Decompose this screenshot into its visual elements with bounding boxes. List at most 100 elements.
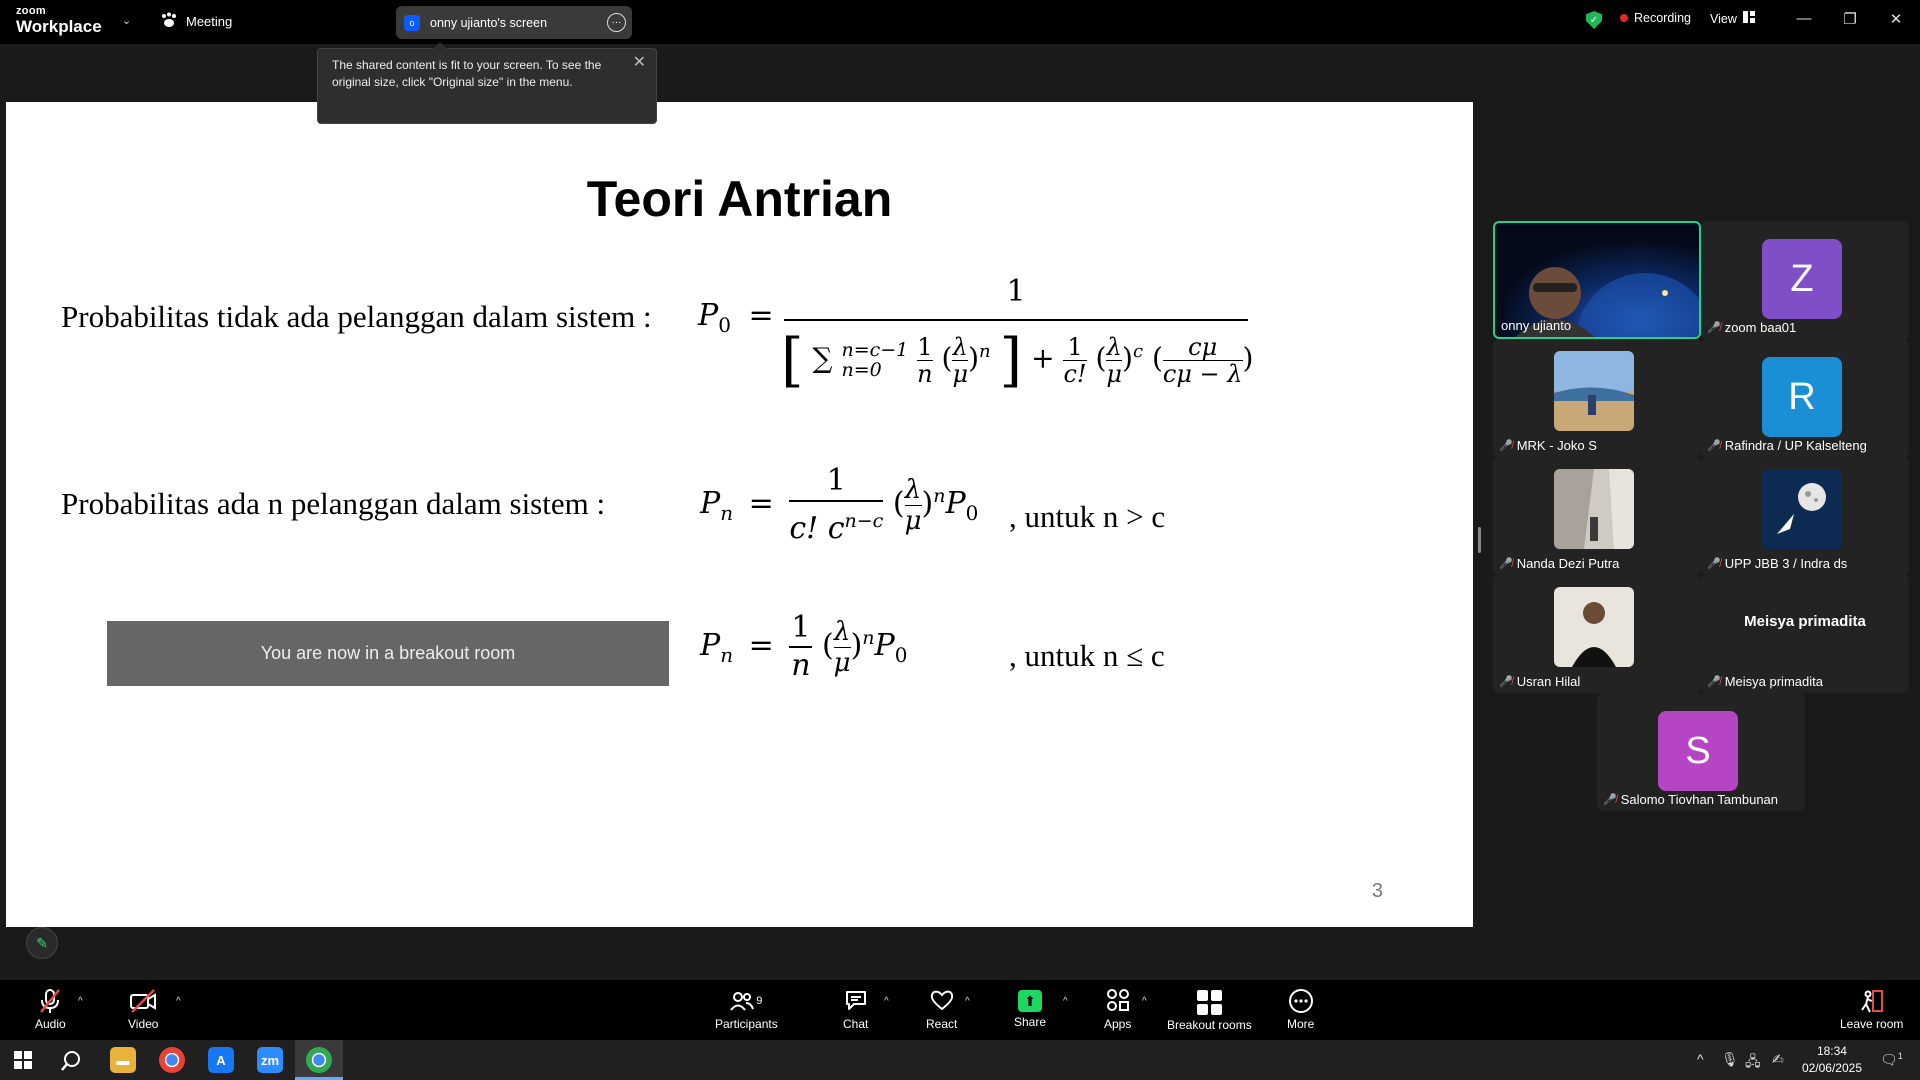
minimize-icon[interactable]: — bbox=[1792, 10, 1816, 27]
file-explorer-icon[interactable]: ▬ bbox=[110, 1047, 136, 1073]
breakout-rooms-icon bbox=[1196, 990, 1222, 1015]
chat-options-caret[interactable]: ^ bbox=[884, 996, 889, 1007]
react-button[interactable]: React bbox=[926, 988, 957, 1031]
view-label: View bbox=[1710, 11, 1737, 26]
mic-muted-icon: 🎤̸ bbox=[1499, 676, 1513, 688]
participant-tile-onny-ujianto[interactable]: onny ujianto bbox=[1493, 221, 1701, 339]
pn-formula-le: Pn = 1 n ( λ μ )nP0 bbox=[700, 610, 908, 683]
notification-count: 1 bbox=[1897, 1051, 1903, 1061]
participant-tile-nanda-dezi-putra[interactable]: 🎤̸ Nanda Dezi Putra bbox=[1493, 457, 1701, 575]
view-button[interactable]: View bbox=[1710, 11, 1755, 26]
more-button[interactable]: More bbox=[1287, 988, 1314, 1031]
windows-start-icon[interactable] bbox=[14, 1051, 32, 1074]
video-off-icon bbox=[129, 988, 157, 1014]
search-icon[interactable] bbox=[60, 1050, 82, 1077]
clock-time: 18:34 bbox=[1816, 1044, 1847, 1058]
slide-page-number: 3 bbox=[1371, 880, 1383, 902]
chat-icon bbox=[844, 988, 868, 1014]
chrome-profile-icon[interactable] bbox=[306, 1047, 332, 1073]
participant-tile-salomo[interactable]: S 🎤̸ Salomo Tiovhan Tambunan bbox=[1597, 693, 1805, 811]
recording-indicator[interactable]: Recording bbox=[1620, 11, 1691, 25]
heart-icon bbox=[929, 988, 955, 1014]
participant-tile-usran-hilal[interactable]: 🎤̸ Usran Hilal bbox=[1493, 575, 1701, 693]
video-button[interactable]: Video bbox=[128, 988, 158, 1031]
pn-label: Probabilitas ada n pelanggan dalam siste… bbox=[61, 486, 606, 521]
annotate-pencil-icon[interactable]: ✎ bbox=[26, 927, 58, 959]
mic-muted-icon: 🎤̸ bbox=[1707, 440, 1721, 452]
clock-date: 02/06/2025 bbox=[1801, 1061, 1862, 1075]
participant-name: 🎤̸ MRK - Joko S bbox=[1499, 438, 1597, 453]
participant-name: 🎤̸ Meisya primadita bbox=[1707, 674, 1823, 689]
participants-count: 9 bbox=[756, 995, 763, 1007]
logo-big-text: Workplace bbox=[16, 17, 102, 36]
share-indicator[interactable]: o onny ujianto's screen ··· bbox=[396, 6, 632, 39]
security-indicator[interactable]: ✓ bbox=[1586, 11, 1602, 29]
share-button[interactable]: ⬆ Share bbox=[1014, 988, 1046, 1029]
leave-door-icon bbox=[1859, 988, 1885, 1014]
share-screen-icon: ⬆ bbox=[1018, 990, 1043, 1012]
logo-small-text: zoom bbox=[16, 5, 46, 17]
participants-icon: 9 bbox=[730, 988, 762, 1014]
meeting-toolbar: Audio ^ Video ^ 9 Participants Chat ^ Re… bbox=[0, 980, 1920, 1040]
shared-screen[interactable]: Teori Antrian Probabilitas tidak ada pel… bbox=[6, 102, 1473, 927]
paw-icon bbox=[160, 12, 178, 31]
mic-muted-icon: 🎤̸ bbox=[1499, 558, 1513, 570]
participants-button[interactable]: 9 Participants bbox=[715, 988, 778, 1031]
p0-fraction-bar bbox=[784, 319, 1248, 321]
share-options-caret[interactable]: ^ bbox=[1063, 996, 1068, 1007]
react-options-caret[interactable]: ^ bbox=[965, 996, 970, 1007]
tray-chevron-up-icon[interactable]: ^ bbox=[1697, 1051, 1704, 1067]
mic-muted-icon: 🎤̸ bbox=[1603, 794, 1617, 806]
slide-title: Teori Antrian bbox=[586, 171, 893, 227]
meeting-label: Meeting bbox=[186, 14, 233, 29]
share-indicator-label: onny ujianto's screen bbox=[430, 15, 548, 30]
tooltip-close-icon[interactable]: ✕ bbox=[633, 54, 646, 71]
tray-pen-icon[interactable]: ✍ bbox=[1772, 1051, 1784, 1068]
more-icon bbox=[1288, 988, 1314, 1014]
chat-button[interactable]: Chat bbox=[843, 988, 868, 1031]
panel-resize-handle[interactable] bbox=[1478, 527, 1481, 553]
zoom-logo[interactable]: zoom Workplace bbox=[16, 5, 102, 36]
audio-options-caret[interactable]: ^ bbox=[78, 996, 83, 1007]
recording-label: Recording bbox=[1634, 11, 1691, 25]
participant-tile-rafindra[interactable]: R 🎤̸ Rafindra / UP Kalselteng bbox=[1701, 339, 1909, 457]
mic-muted-icon bbox=[38, 988, 62, 1014]
tray-mic-icon[interactable]: 🎙 bbox=[1721, 1051, 1739, 1068]
profile-photo bbox=[1554, 351, 1634, 431]
avatar: Z bbox=[1762, 239, 1842, 319]
profile-photo bbox=[1554, 587, 1634, 667]
video-options-caret[interactable]: ^ bbox=[176, 996, 181, 1007]
more-options-icon[interactable]: ··· bbox=[607, 13, 626, 32]
participant-tile-zoom-baa01[interactable]: Z 🎤̸ zoom baa01 bbox=[1701, 221, 1909, 339]
close-icon[interactable]: ✕ bbox=[1884, 10, 1908, 28]
participant-tile-upp-jbb-3[interactable]: 🎤̸ UPP JBB 3 / Indra ds bbox=[1701, 457, 1909, 575]
notification-icon[interactable]: 🗨1 bbox=[1880, 1051, 1903, 1069]
mic-muted-icon: 🎤̸ bbox=[1707, 558, 1721, 570]
audio-button[interactable]: Audio bbox=[35, 988, 66, 1031]
profile-photo bbox=[1762, 469, 1842, 549]
zoom-taskbar-icon[interactable]: zm bbox=[257, 1047, 283, 1073]
breakout-rooms-button[interactable]: Breakout rooms bbox=[1167, 988, 1252, 1032]
apps-options-caret[interactable]: ^ bbox=[1142, 996, 1147, 1007]
apps-button[interactable]: Apps bbox=[1104, 988, 1131, 1031]
tooltip-text: The shared content is fit to your screen… bbox=[332, 58, 602, 89]
system-clock[interactable]: 18:34 02/06/2025 bbox=[1802, 1043, 1862, 1077]
leave-room-button[interactable]: Leave room bbox=[1840, 988, 1903, 1031]
participant-name: 🎤̸ Salomo Tiovhan Tambunan bbox=[1603, 792, 1779, 807]
breakout-room-notice: You are now in a breakout room bbox=[107, 621, 669, 686]
meeting-menu-button[interactable]: Meeting bbox=[160, 12, 232, 31]
app-store-icon[interactable]: A bbox=[208, 1047, 234, 1073]
share-badge: o bbox=[404, 14, 420, 31]
participant-name: 🎤̸ Rafindra / UP Kalselteng bbox=[1707, 438, 1867, 453]
chevron-down-icon[interactable]: ⌄ bbox=[122, 14, 131, 27]
chrome-icon[interactable] bbox=[159, 1047, 185, 1073]
participant-display-name: Meisya primadita bbox=[1744, 613, 1866, 630]
participant-name: 🎤̸ Usran Hilal bbox=[1499, 674, 1581, 689]
condition-n-greater-c: , untuk n > c bbox=[1009, 499, 1166, 534]
participant-name: 🎤̸ Nanda Dezi Putra bbox=[1499, 556, 1620, 571]
shield-check-icon: ✓ bbox=[1586, 11, 1602, 29]
participant-tile-meisya-primadita[interactable]: Meisya primadita 🎤̸ Meisya primadita bbox=[1701, 575, 1909, 693]
participant-tile-mrk-joko-s[interactable]: 🎤̸ MRK - Joko S bbox=[1493, 339, 1701, 457]
restore-icon[interactable]: ❐ bbox=[1838, 10, 1862, 28]
tray-network-icon[interactable]: 🖧 bbox=[1745, 1051, 1761, 1075]
